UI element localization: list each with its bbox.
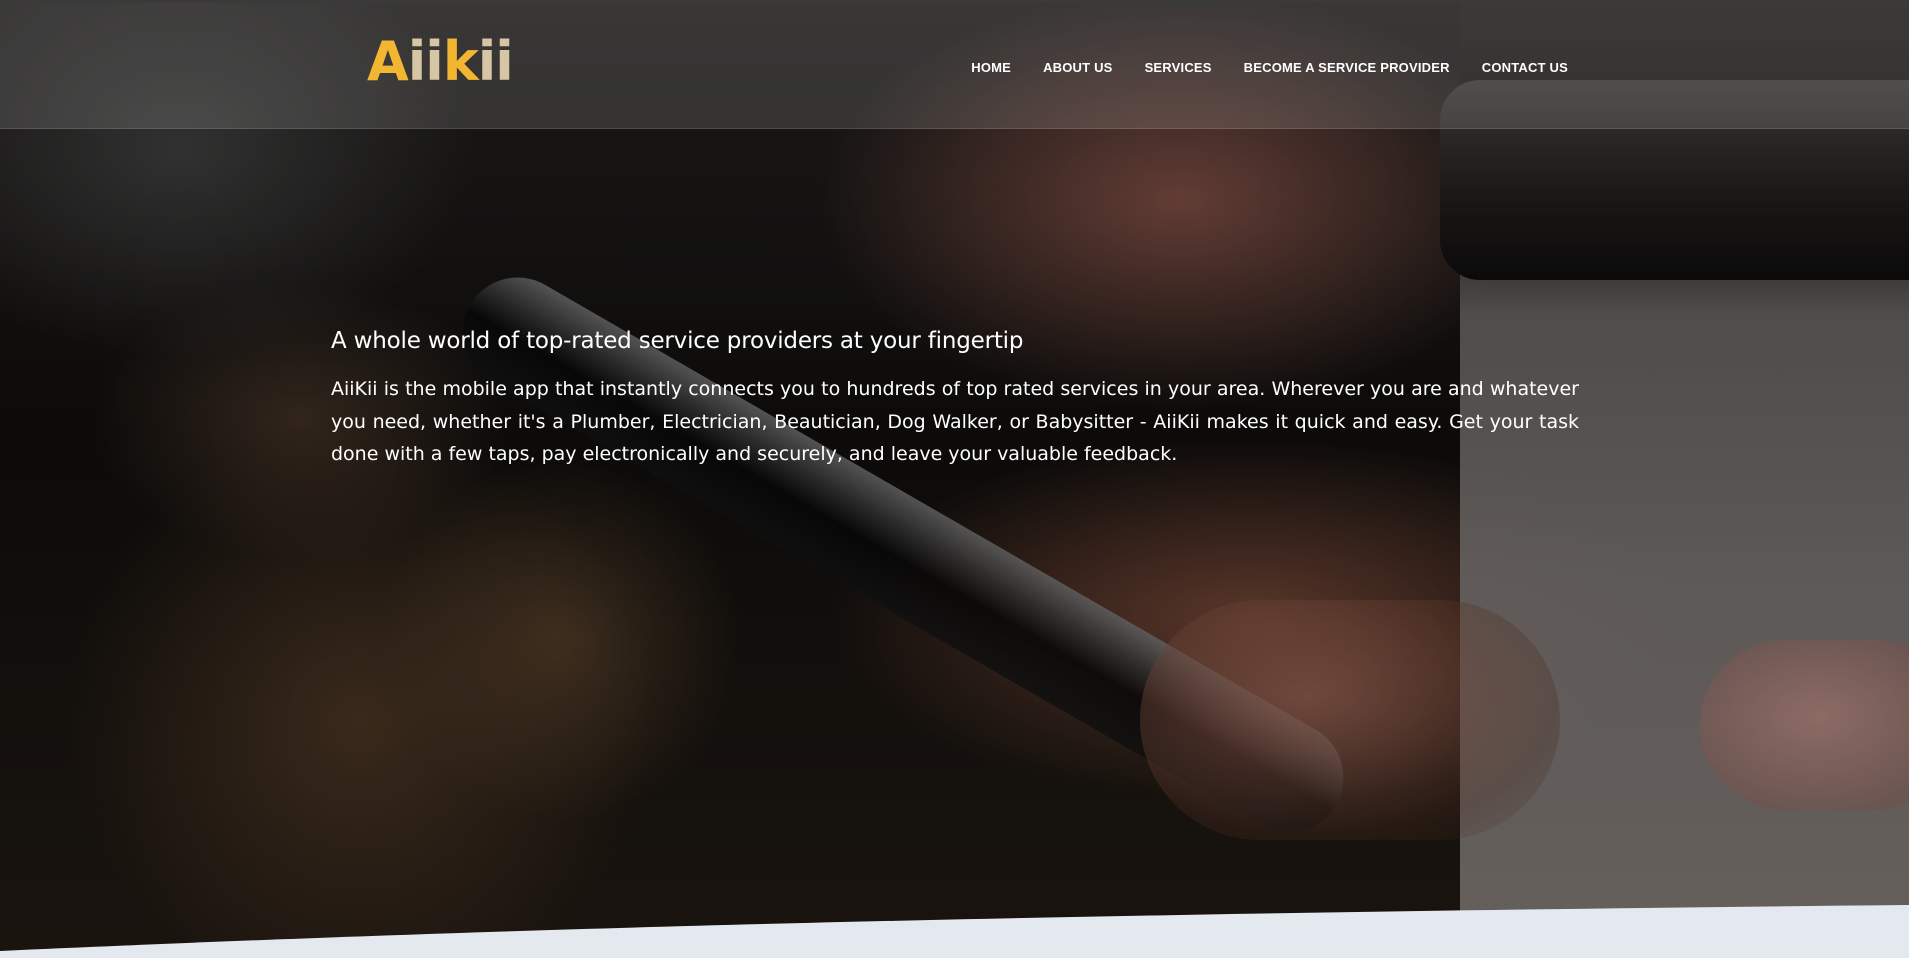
logo-letter-k: k <box>442 30 479 93</box>
hero-description: AiiKii is the mobile app that instantly … <box>331 378 1579 465</box>
nav-contact-us[interactable]: CONTACT US <box>1482 58 1568 78</box>
logo-letters-ii-2: ii <box>477 30 514 93</box>
logo-letters-ii: ii <box>407 30 444 93</box>
hero-content: A whole world of top-rated service provi… <box>331 323 1579 471</box>
site-logo[interactable]: A ii k ii <box>367 30 514 93</box>
hero-title: A whole world of top-rated service provi… <box>331 328 1024 354</box>
nav-services[interactable]: SERVICES <box>1145 58 1212 78</box>
section-divider-wave <box>0 905 1909 958</box>
logo-letter-a: A <box>367 30 409 93</box>
wave-shape <box>0 905 1909 958</box>
nav-home[interactable]: HOME <box>971 58 1011 78</box>
site-header: A ii k ii HOME ABOUT US SERVICES BECOME … <box>0 3 1909 129</box>
nav-about-us[interactable]: ABOUT US <box>1043 58 1113 78</box>
main-nav: HOME ABOUT US SERVICES BECOME A SERVICE … <box>971 58 1568 78</box>
page: A ii k ii HOME ABOUT US SERVICES BECOME … <box>0 0 1909 958</box>
hero-overlay <box>0 0 1909 958</box>
nav-become-service-provider[interactable]: BECOME A SERVICE PROVIDER <box>1244 58 1450 78</box>
